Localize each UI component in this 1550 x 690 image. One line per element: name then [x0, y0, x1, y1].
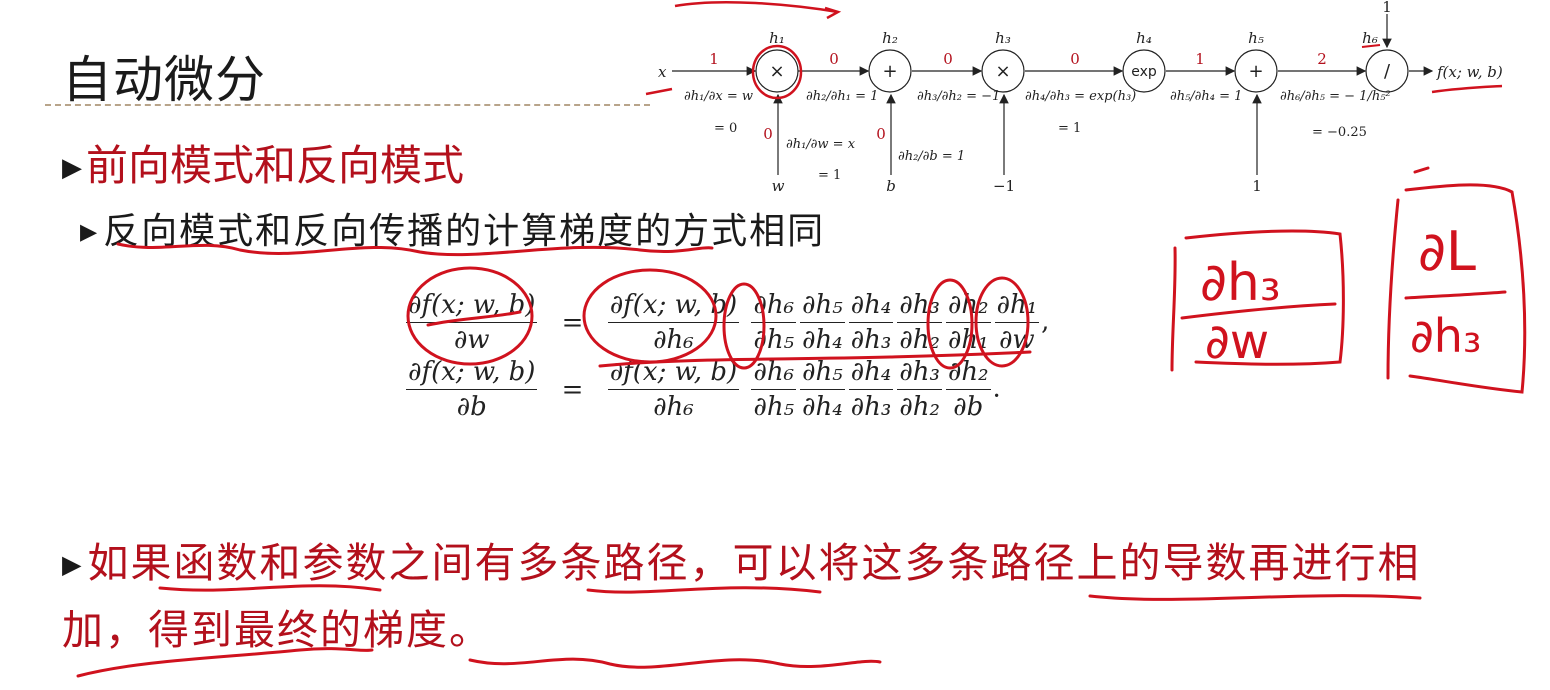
bullet-text: 前向模式和反向模式 [86, 141, 465, 190]
handwritten-box [1404, 290, 1507, 300]
graph-input-x: x [658, 63, 667, 81]
derivative-d6-value: = −0.25 [1312, 125, 1367, 140]
title-divider [45, 104, 650, 106]
equals-sign: = [561, 307, 584, 338]
handwritten-box2-numerator: ∂L [1418, 220, 1476, 283]
side-input-h3: −1 [993, 177, 1015, 195]
fraction: ∂f(x; w, b) ∂h₆ [607, 290, 740, 355]
fraction: ∂h₁ ∂w [994, 290, 1040, 355]
graph-node-h3: × h₃ [981, 29, 1025, 93]
equation-dw: ∂f(x; w, b) ∂w = ∂f(x; w, b) ∂h₆ ∂h₆ ∂h₅ ∂h₅… [404, 288, 1049, 357]
computation-graph: x × h₁ + h₂ × h₃ exp h₄ + h₅ / h₆ f(x; w… [645, 0, 1503, 195]
derivative-d6: ∂h₆/∂h₅ = − 1/h₅² [1280, 89, 1391, 104]
node-label: h₄ [1136, 29, 1152, 47]
handwritten-box [1404, 183, 1527, 394]
node-label: h₁ [769, 29, 785, 47]
fraction: ∂h₃ ∂h₂ [897, 357, 942, 422]
bullet-reverse-backprop: ▶ 反向模式和反向传播的计算梯度的方式相同 [80, 202, 825, 254]
bullet-marker: ▶ [62, 153, 83, 183]
node-op: × [769, 61, 784, 82]
node-label: h₃ [995, 29, 1011, 47]
bullet-text: 反向模式和反向传播的计算梯度的方式相同 [103, 211, 826, 252]
handwritten-box1-denominator: ∂w [1205, 314, 1269, 370]
graph-node-h1: × h₁ [755, 29, 799, 93]
fraction: ∂f(x; w, b) ∂h₆ [607, 357, 740, 422]
equals-sign: = [561, 374, 584, 405]
handwritten-box2-denominator: ∂h₃ [1410, 309, 1481, 363]
edge-value: 1 [1195, 50, 1205, 68]
derivative-dw: ∂h₁/∂w = x [786, 137, 856, 152]
node-op: × [995, 61, 1010, 82]
fraction: ∂h₆ ∂h₅ [751, 357, 796, 422]
derivative-d4-value: = 1 [1058, 121, 1081, 136]
handwritten-box [1386, 198, 1400, 380]
derivative-d3: ∂h₃/∂h₂ = −1 [917, 89, 1000, 104]
fraction: ∂h₄ ∂h₃ [848, 357, 894, 422]
side-input-h5: 1 [1252, 177, 1262, 195]
graph-node-h6: / h₆ [1362, 29, 1409, 93]
bullet-marker: ▶ [62, 549, 84, 579]
bullet-multiple-paths: ▶如果函数和参数之间有多条路径，可以将这多条路径上的导数再进行相加，得到最终的梯… [62, 532, 1482, 661]
fraction: ∂h₃ ∂h₂ [897, 290, 942, 355]
fraction: ∂h₂ ∂b [945, 357, 991, 422]
node-op: + [882, 61, 897, 82]
graph-node-h5: + h₅ [1234, 29, 1278, 93]
node-op: / [1384, 61, 1391, 82]
graph-node-h2: + h₂ [868, 29, 912, 93]
bullet-marker: ▶ [80, 219, 100, 245]
edge-value: 0 [943, 50, 953, 68]
slide-title: 自动微分 [62, 51, 266, 109]
handwritten-box [1184, 229, 1345, 366]
fraction: ∂h₅ ∂h₄ [800, 357, 845, 422]
handwritten-box1-numerator: ∂h₃ [1200, 253, 1281, 313]
node-op: + [1248, 61, 1263, 82]
derivative-d1: ∂h₁/∂x = w [684, 89, 753, 104]
side-value-w: 0 [763, 125, 773, 143]
edge-value: 0 [1070, 50, 1080, 68]
derivative-d1-value: = 0 [714, 121, 737, 136]
node-label: h₆ [1362, 29, 1378, 47]
handwritten-mark [645, 87, 673, 96]
side-value-b: 0 [876, 125, 886, 143]
graph-node-h4: exp h₄ [1122, 29, 1166, 93]
punctuation: . [992, 373, 1001, 404]
handwritten-mark [674, 0, 839, 14]
handwritten-box [1170, 246, 1177, 372]
bullet-forward-reverse: ▶前向模式和反向模式 [62, 132, 464, 193]
derivative-d5: ∂h₅/∂h₄ = 1 [1170, 89, 1242, 104]
derivative-dw-value: = 1 [818, 168, 841, 183]
fraction: ∂h₅ ∂h₄ [800, 290, 845, 355]
side-input-b: b [886, 177, 896, 195]
bullet-text: 如果函数和参数之间有多条路径，可以将这多条路径上的导数再进行相加，得到最终的梯度… [62, 539, 1421, 654]
fraction: ∂h₄ ∂h₃ [848, 290, 894, 355]
graph-output: f(x; w, b) [1436, 63, 1503, 81]
punctuation: , [1041, 306, 1050, 337]
derivative-d4: ∂h₄/∂h₃ = exp(h₃) [1025, 89, 1136, 104]
handwritten-box [1180, 302, 1337, 320]
node-op: exp [1131, 64, 1157, 80]
fraction: ∂f(x; w, b) ∂b [406, 357, 538, 422]
edge-value: 2 [1317, 50, 1327, 68]
fraction: ∂f(x; w, b) ∂w [406, 290, 538, 355]
node-label: h₂ [882, 29, 898, 47]
equation-db: ∂f(x; w, b) ∂b = ∂f(x; w, b) ∂h₆ ∂h₆ ∂h₅ ∂h₅… [404, 355, 1049, 424]
derivative-db: ∂h₂/∂b = 1 [898, 149, 965, 164]
equation-block: ∂f(x; w, b) ∂w = ∂f(x; w, b) ∂h₆ ∂h₆ ∂h₅ ∂h₅… [404, 288, 1049, 424]
fraction: ∂h₂ ∂h₁ [945, 290, 991, 355]
edge-value: 0 [829, 50, 839, 68]
side-input-h6: 1 [1382, 0, 1392, 16]
fraction: ∂h₆ ∂h₅ [751, 290, 796, 355]
handwritten-mark [1431, 84, 1503, 94]
handwritten-mark [824, 6, 842, 20]
derivative-d2: ∂h₂/∂h₁ = 1 [806, 89, 878, 104]
side-input-w: w [772, 177, 785, 195]
node-label: h₅ [1248, 29, 1264, 47]
edge-value: 1 [709, 50, 719, 68]
